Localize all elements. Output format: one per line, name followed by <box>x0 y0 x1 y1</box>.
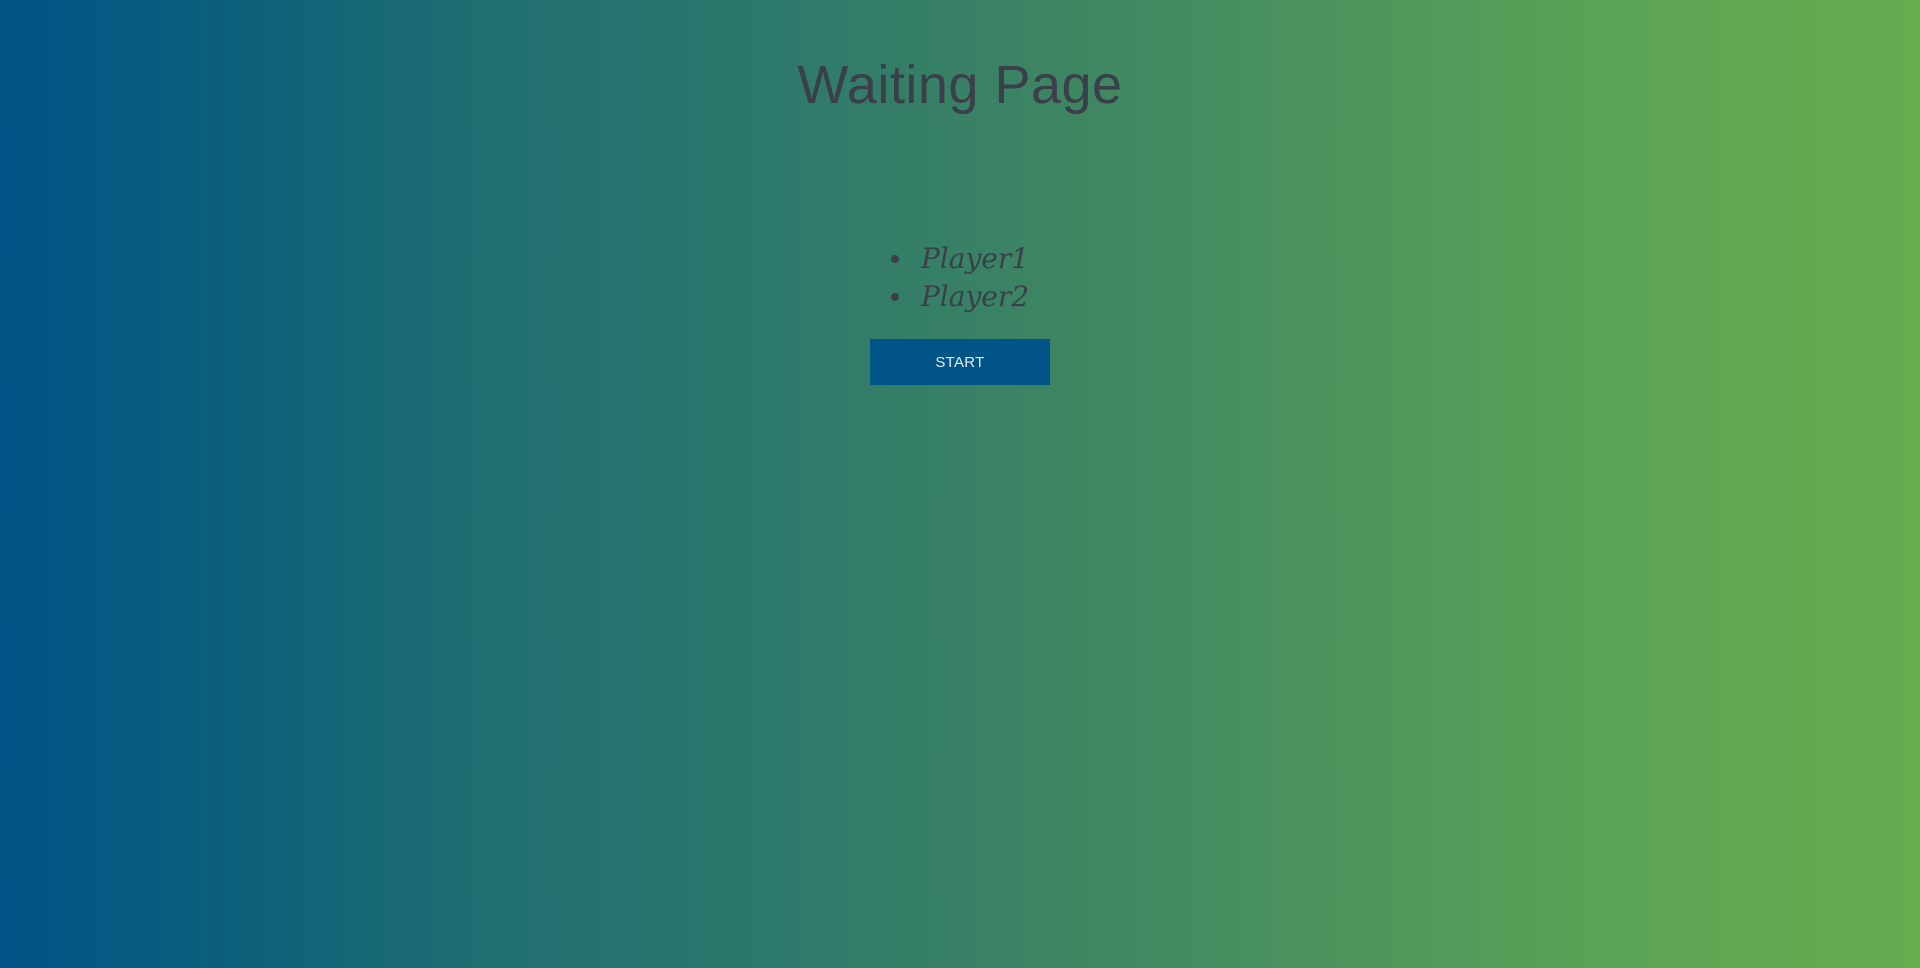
start-button[interactable]: START <box>870 339 1050 385</box>
page-title: Waiting Page <box>797 55 1123 115</box>
list-item: Player1 <box>0 240 1920 278</box>
bullet-icon <box>890 254 899 263</box>
player-name: Player2 <box>920 280 1030 313</box>
waiting-page: Waiting Page Player1 Player2 START <box>0 0 1920 968</box>
player-list: Player1 Player2 <box>0 240 1920 316</box>
bullet-icon <box>890 292 899 301</box>
list-item: Player2 <box>0 278 1920 316</box>
player-name: Player1 <box>920 242 1030 275</box>
